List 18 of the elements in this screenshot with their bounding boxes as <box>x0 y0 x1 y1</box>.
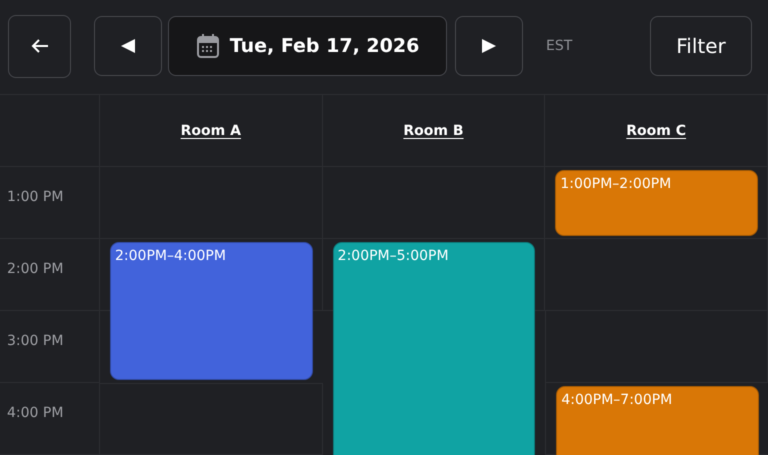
right-triangle-icon <box>481 38 497 54</box>
time-label: 2:00 PM <box>6 260 64 277</box>
room-header[interactable]: Room A <box>180 122 241 138</box>
timezone-label: EST <box>546 38 574 54</box>
filter-button[interactable]: Filter <box>650 16 752 76</box>
back-arrow-icon <box>30 38 50 54</box>
previous-day-button[interactable] <box>94 16 162 76</box>
date-picker-button[interactable]: Tue, Feb 17, 2026 <box>168 16 447 76</box>
next-day-button[interactable] <box>455 16 523 76</box>
event-block[interactable]: 2:00PM–4:00PM <box>110 242 313 380</box>
time-label: 1:00 PM <box>6 188 64 205</box>
room-header[interactable]: Room C <box>626 122 686 138</box>
back-button[interactable] <box>8 14 71 78</box>
time-label: 4:00 PM <box>6 404 64 421</box>
room-header[interactable]: Room B <box>403 122 464 138</box>
left-triangle-icon <box>120 38 136 54</box>
calendar-icon <box>196 33 220 59</box>
time-label: 3:00 PM <box>6 332 64 349</box>
